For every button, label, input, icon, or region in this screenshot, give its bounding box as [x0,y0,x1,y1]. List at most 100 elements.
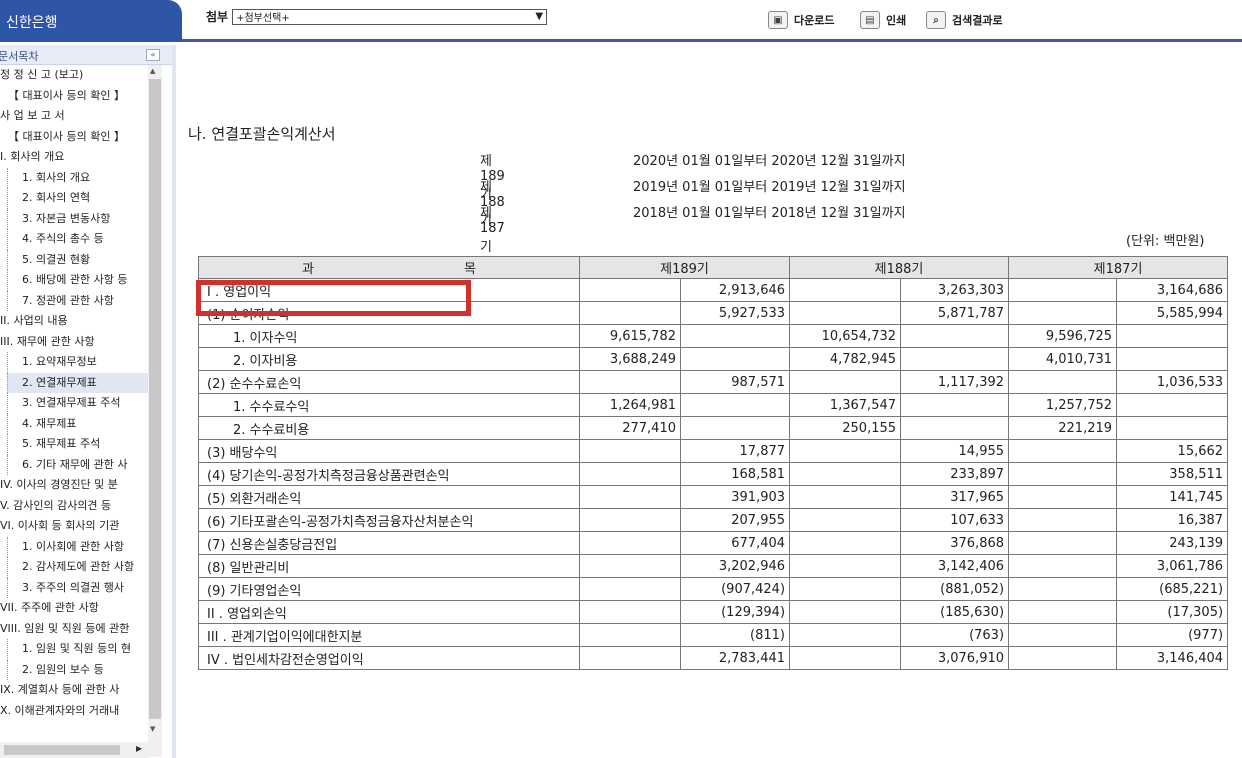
value-cell [1008,370,1118,394]
collapse-sidebar-button[interactable]: « [146,49,160,61]
toc-item[interactable]: 3. 주주의 의결권 행사 [7,577,162,598]
value-cell: 15,662 [1116,439,1229,463]
scrollbar-thumb[interactable] [149,79,161,719]
value-cell: 1,367,547 [789,393,902,417]
toc-item[interactable]: 【 대표이사 등의 확인 】 [0,86,162,107]
toc-item[interactable]: 3. 자본금 변동사항 [7,208,162,229]
value-cell: 358,511 [1116,462,1229,486]
toc-item[interactable]: 1. 임원 및 직원 등의 현 [7,639,162,660]
toc-item[interactable]: 【 대표이사 등의 확인 】 [0,127,162,148]
account-name-cell: III . 관계기업이익에대한지분 [198,623,580,647]
value-cell: 3,146,404 [1116,646,1229,670]
table-row: (7) 신용손실충당금전입 677,404 376,868 243,139 [198,531,1229,555]
value-cell [579,370,681,394]
toc-item[interactable]: 1. 회사의 개요 [7,167,162,188]
table-row: 2. 이자비용 3,688,249 4,782,945 4,010,731 [198,347,1229,371]
column-header-189: 제189기 [578,256,791,279]
toc-item[interactable]: 5. 의결권 현황 [7,249,162,270]
column-header-account: 과목 [198,256,580,279]
value-cell: 4,782,945 [789,347,902,371]
value-cell [789,554,902,578]
toc-item[interactable]: VIII. 임원 및 직원 등에 관한 [0,619,162,640]
value-cell [679,347,791,371]
toc-item[interactable]: 5. 재무제표 주석 [7,434,162,455]
value-cell [579,278,681,302]
value-cell [1008,301,1118,325]
toc-item[interactable]: 7. 정관에 관한 사항 [7,290,162,311]
account-name-cell: 1. 이자수익 [198,324,580,348]
value-cell [1008,531,1118,555]
table-header-row: 과목 제189기 제188기 제187기 [198,256,1229,279]
toc-vertical-scrollbar[interactable]: ▲ ▼ [148,65,162,757]
value-cell: 1,036,533 [1116,370,1229,394]
toc-item[interactable]: 2. 임원의 보수 등 [7,659,162,680]
value-cell [789,646,902,670]
top-bar: 신한은행 첨부 +첨부선택+ ▼ ▣ 다운로드 ▤ 인쇄 ⌕ 검색결과로 [0,0,1242,42]
value-cell [900,416,1010,440]
table-row: (4) 당기손익-공정가치측정금융상품관련손익 168,581 233,897 358… [198,462,1229,486]
value-cell: (811) [679,623,791,647]
toc-item[interactable]: V. 감사인의 감사의견 등 [0,496,162,517]
document-title: 나. 연결포괄손익계산서 [188,125,336,143]
toc-horizontal-scrollbar[interactable]: ▶ [0,742,148,758]
value-cell [1116,324,1229,348]
toc-item[interactable]: 1. 이사회에 관한 사항 [7,536,162,557]
toc-item[interactable]: I. 회사의 개요 [0,147,162,168]
back-to-results-button[interactable]: ⌕ 검색결과로 [926,11,1003,29]
printer-icon: ▤ [860,11,880,29]
value-cell [789,577,902,601]
account-name-cell: 1. 수수료수익 [198,393,580,417]
toc-item[interactable]: 2. 연결재무제표 [7,372,162,393]
column-header-187: 제187기 [1008,256,1229,279]
table-of-contents: 정 정 신 고 (보고) 【 대표이사 등의 확인 】 사 업 보 고 서 【 대표이… [0,65,162,740]
table-row: (9) 기타영업손익 (907,424) (881,052) (685,221) [198,577,1229,601]
chevron-down-icon: ▼ [535,11,544,22]
table-row: 1. 수수료수익 1,264,981 1,367,547 1,257,752 [198,393,1229,417]
sidebar-header: 문서목차 « [0,45,172,65]
download-button[interactable]: ▣ 다운로드 [768,11,834,29]
toc-item[interactable]: III. 재무에 관한 사항 [0,332,162,353]
toc-item[interactable]: VI. 이사회 등 회사의 기관 [0,516,162,537]
toc-item[interactable]: 정 정 신 고 (보고) [0,65,162,86]
toc-item[interactable]: II. 사업의 내용 [0,311,162,332]
table-row: 1. 이자수익 9,615,782 10,654,732 9,596,725 [198,324,1229,348]
value-cell: 141,745 [1116,485,1229,509]
toc-item[interactable]: VII. 주주에 관한 사항 [0,598,162,619]
value-cell [1116,416,1229,440]
toc-item[interactable]: IV. 이사의 경영진단 및 분 [0,475,162,496]
toc-item[interactable]: 6. 기타 재무에 관한 사 [7,454,162,475]
print-button[interactable]: ▤ 인쇄 [860,11,906,29]
toc-item[interactable]: 4. 재무제표 [7,413,162,434]
value-cell: 107,633 [900,508,1010,532]
toc-item[interactable]: 4. 주식의 총수 등 [7,229,162,250]
account-name-cell: (4) 당기손익-공정가치측정금융상품관련손익 [198,462,580,486]
account-name-cell: 2. 이자비용 [198,347,580,371]
value-cell [1008,508,1118,532]
value-cell [789,508,902,532]
value-cell [789,278,902,302]
toc-item[interactable]: 3. 연결재무제표 주석 [7,393,162,414]
value-cell [789,485,902,509]
toc-item[interactable]: 1. 요약재무정보 [7,352,162,373]
toc-item[interactable]: 사 업 보 고 서 [0,106,162,127]
attachment-select-value: +첨부선택+ [236,13,290,24]
account-name-cell: (1) 순이자손익 [198,301,580,325]
toc-item[interactable]: 6. 배당에 관한 사항 등 [7,270,162,291]
account-name-cell: (3) 배당수익 [198,439,580,463]
toc-item[interactable]: 2. 감사제도에 관한 사항 [7,557,162,578]
scroll-right-icon[interactable]: ▶ [136,744,142,753]
value-cell: (685,221) [1116,577,1229,601]
attachment-select[interactable]: +첨부선택+ ▼ [232,8,548,25]
toc-item[interactable]: IX. 계열회사 등에 관한 사 [0,680,162,701]
toc-item[interactable]: 2. 회사의 연혁 [7,188,162,209]
column-header-188: 제188기 [789,256,1010,279]
value-cell: 16,387 [1116,508,1229,532]
account-name-cell: (8) 일반관리비 [198,554,580,578]
hscrollbar-thumb[interactable] [4,745,120,755]
value-cell [679,393,791,417]
scroll-up-icon[interactable]: ▲ [150,67,155,75]
toc-item[interactable]: X. 이해관계자와의 거래내 [0,701,162,722]
value-cell: 1,117,392 [900,370,1010,394]
scroll-down-icon[interactable]: ▼ [150,725,155,733]
value-cell: 207,955 [679,508,791,532]
